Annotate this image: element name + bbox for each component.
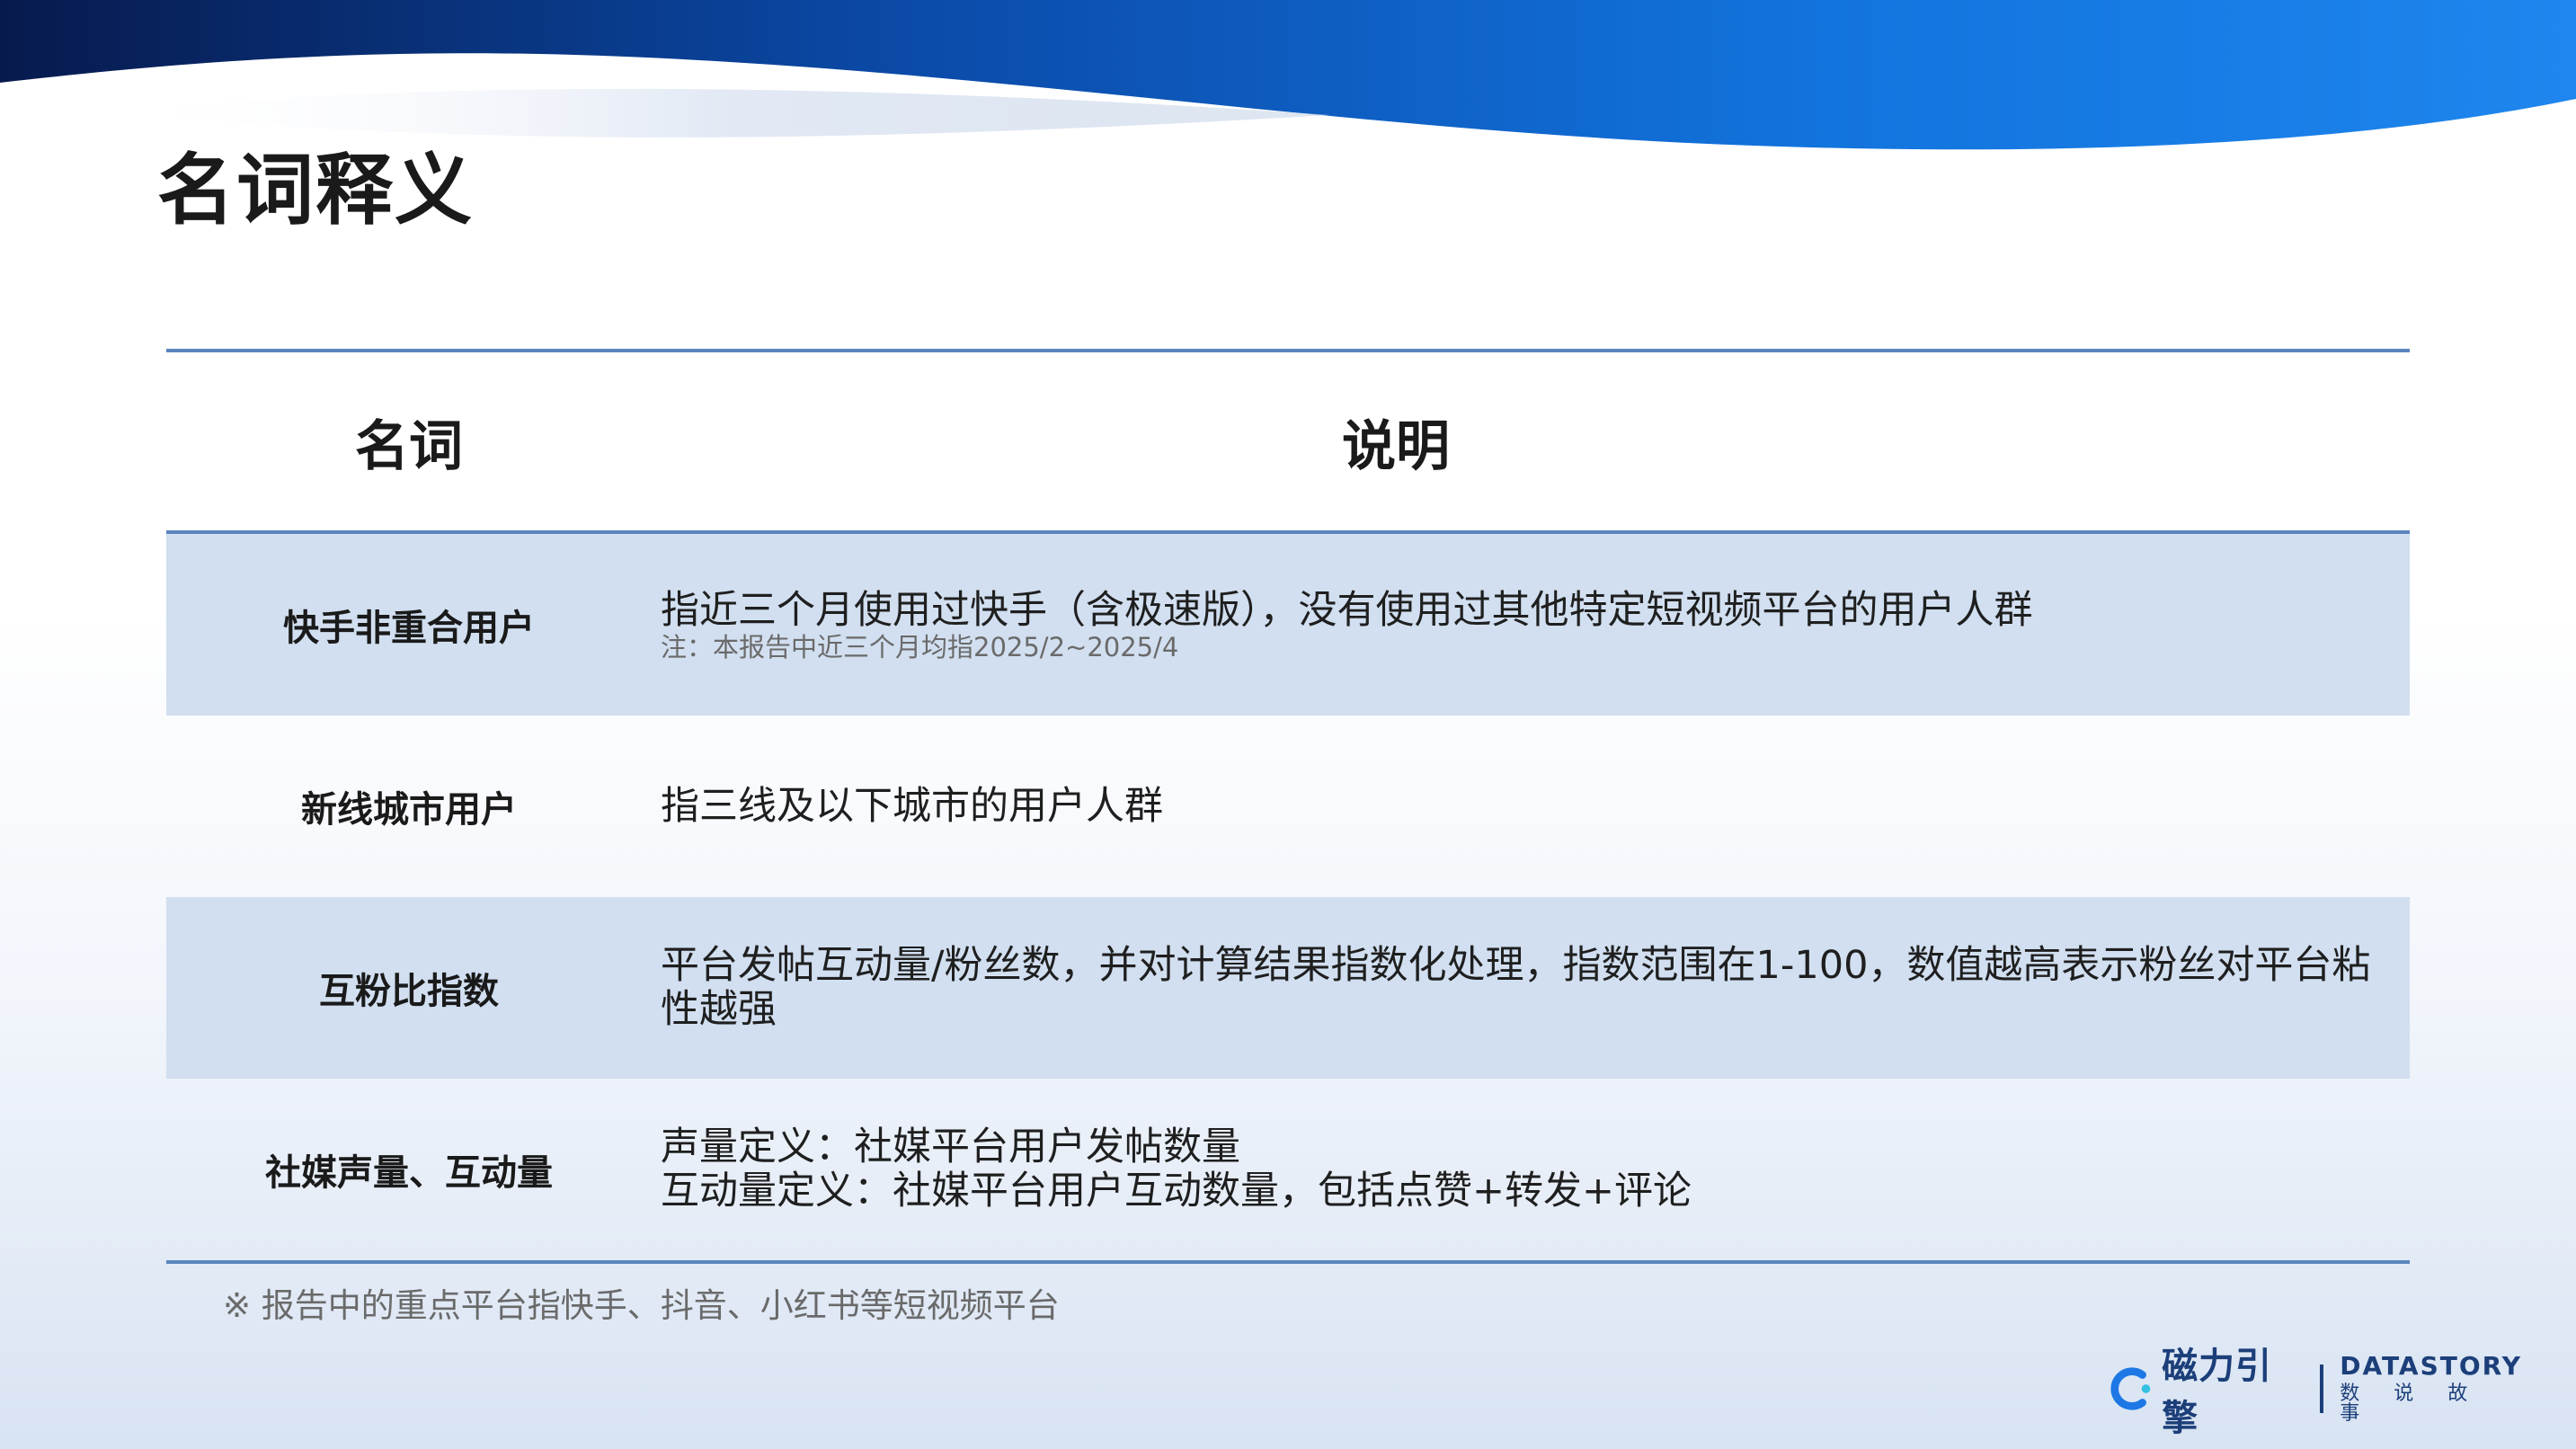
description-cell: 指近三个月使用过快手（含极速版），没有使用过其他特定短视频平台的用户人群 注：本…	[652, 587, 2410, 662]
table-header-row: 名词 说明	[166, 352, 2410, 530]
term-cell: 新线城市用户	[301, 789, 517, 831]
term-cell: 互粉比指数	[319, 971, 499, 1012]
datastory-logo-text: DATASTORY	[2340, 1351, 2522, 1381]
description-cell: 声量定义：社媒平台用户发帖数量 互动量定义：社媒平台用户互动数量，包括点赞+转发…	[652, 1125, 2410, 1213]
description-cell: 指三线及以下城市的用户人群	[661, 783, 1163, 829]
table-row: 互粉比指数 平台发帖互动量/粉丝数，并对计算结果指数化处理，指数范围在1-100…	[166, 897, 2410, 1079]
table-bottom-rule	[166, 1260, 2410, 1264]
magnet-engine-logo-icon	[2110, 1367, 2151, 1410]
logo-divider	[2320, 1365, 2324, 1413]
page-title: 名词释义	[157, 146, 474, 236]
brand-logos: 磁力引擎 DATASTORY 数说故事	[2108, 1346, 2548, 1439]
table-row: 新线城市用户 指三线及以下城市的用户人群	[166, 716, 2410, 897]
term-cell: 社媒声量、互动量	[265, 1152, 553, 1194]
brand-name: 磁力引擎	[2162, 1346, 2273, 1439]
description-note: 注：本报告中近三个月均指2025/2~2025/4	[661, 631, 1179, 662]
description-column-header: 说明	[1342, 414, 1450, 478]
table-row: 社媒声量、互动量 声量定义：社媒平台用户发帖数量 互动量定义：社媒平台用户互动数…	[166, 1079, 2410, 1260]
footnote: ※ 报告中的重点平台指快手、抖音、小红书等短视频平台	[223, 1286, 1060, 1325]
glossary-table: 名词 说明 快手非重合用户 指近三个月使用过快手（含极速版），没有使用过其他特定…	[166, 349, 2410, 1264]
description-line: 互动量定义：社媒平台用户互动数量，包括点赞+转发+评论	[661, 1169, 1692, 1213]
term-cell: 快手非重合用户	[283, 608, 535, 649]
description-text: 指近三个月使用过快手（含极速版），没有使用过其他特定短视频平台的用户人群	[661, 587, 2033, 633]
datastory-logo-subtext: 数说故事	[2340, 1382, 2502, 1425]
table-row: 快手非重合用户 指近三个月使用过快手（含极速版），没有使用过其他特定短视频平台的…	[166, 534, 2410, 716]
description-cell: 平台发帖互动量/粉丝数，并对计算结果指数化处理，指数范围在1-100，数值越高表…	[661, 943, 2371, 1032]
term-column-header: 名词	[355, 414, 463, 478]
description-line: 声量定义：社媒平台用户发帖数量	[661, 1125, 1240, 1169]
datastory-logo: DATASTORY 数说故事	[2340, 1354, 2548, 1424]
